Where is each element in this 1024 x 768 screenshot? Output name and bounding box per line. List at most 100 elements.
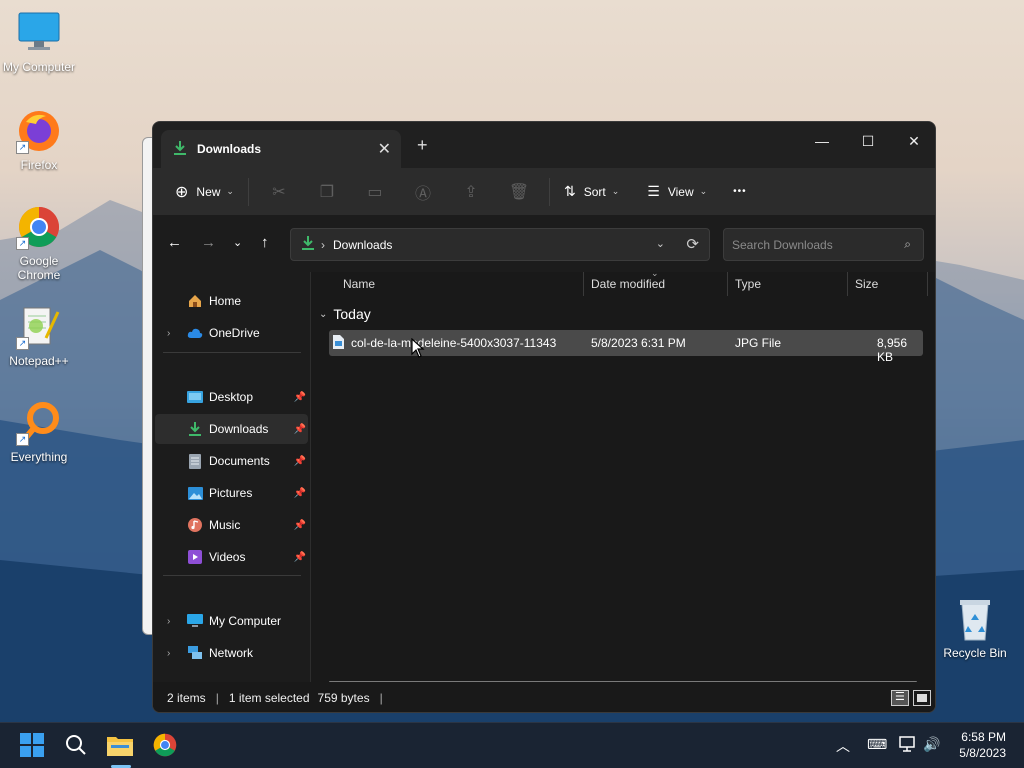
nav-item-onedrive[interactable]: › OneDrive — [155, 318, 308, 348]
title-bar[interactable]: Downloads ✕ + — ☐ ✕ — [153, 122, 935, 168]
file-type: JPG File — [735, 336, 782, 350]
nav-item-videos[interactable]: Videos 📌 — [155, 542, 308, 572]
pin-icon[interactable]: 📌 — [294, 488, 306, 499]
chrome-icon: ↗ — [16, 204, 62, 250]
column-header-size[interactable]: Size — [855, 272, 878, 296]
cut-button[interactable]: ✂ — [255, 176, 303, 208]
search-box[interactable]: ⌕ — [723, 228, 924, 261]
file-explorer-taskbar-button[interactable] — [105, 731, 135, 761]
forward-button[interactable]: → — [201, 234, 216, 251]
view-button[interactable]: ☰ View ⌄ — [639, 176, 715, 208]
start-button[interactable] — [17, 731, 47, 761]
clipboard-icon: ▭ — [367, 183, 383, 201]
delete-button[interactable]: 🗑 — [495, 176, 543, 208]
copy-button[interactable]: ❐ — [303, 176, 351, 208]
pin-icon[interactable]: 📌 — [294, 520, 306, 531]
pin-icon[interactable]: 📌 — [294, 552, 306, 563]
column-divider[interactable] — [727, 272, 728, 296]
clock-date: 5/8/2023 — [959, 746, 1006, 760]
desktop-icon-firefox[interactable]: ↗ Firefox — [0, 108, 79, 172]
nav-item-pictures[interactable]: Pictures 📌 — [155, 478, 308, 508]
minimize-button[interactable]: — — [799, 126, 845, 156]
nav-item-home[interactable]: Home — [155, 286, 308, 316]
group-header-today[interactable]: ⌄ Today — [319, 306, 371, 322]
clock[interactable]: 6:58 PM 5/8/2023 — [959, 729, 1006, 761]
details-view-button[interactable]: ☰ — [891, 690, 909, 706]
show-hidden-icons-button[interactable]: ︿ — [836, 736, 850, 756]
mouse-cursor — [411, 337, 425, 361]
new-button[interactable]: ⊕ New ⌄ — [167, 176, 242, 208]
nav-item-network[interactable]: › Network — [155, 638, 308, 668]
address-history-dropdown[interactable]: ⌄ — [656, 237, 665, 250]
nav-item-label: OneDrive — [209, 326, 260, 340]
volume-icon[interactable]: 🔊 — [923, 736, 940, 753]
tab-downloads[interactable]: Downloads ✕ — [161, 130, 401, 168]
clock-time: 6:58 PM — [961, 730, 1006, 744]
desktop-icon-label: Google Chrome — [17, 254, 61, 282]
rename-button[interactable]: Ⓐ — [399, 176, 447, 208]
file-size: 8,956 KB — [877, 336, 908, 364]
pin-icon[interactable]: 📌 — [294, 456, 306, 467]
desktop-icon-label: Notepad++ — [9, 354, 69, 368]
column-divider[interactable] — [927, 272, 928, 296]
paste-button[interactable]: ▭ — [351, 176, 399, 208]
column-divider[interactable] — [583, 272, 584, 296]
nav-item-downloads[interactable]: Downloads 📌 — [155, 414, 308, 444]
desktop-icon-notepadpp[interactable]: ↗ Notepad++ — [0, 304, 79, 368]
file-explorer-window: Downloads ✕ + — ☐ ✕ ⊕ New ⌄ ✂ ❐ ▭ Ⓐ ⇪ 🗑 … — [152, 121, 936, 713]
nav-item-documents[interactable]: Documents 📌 — [155, 446, 308, 476]
picture-icon — [187, 485, 203, 501]
search-taskbar-button[interactable] — [61, 731, 91, 761]
pin-icon[interactable]: 📌 — [294, 392, 306, 403]
new-tab-button[interactable]: + — [417, 135, 428, 156]
chevron-right-icon: › — [167, 327, 171, 339]
sort-indicator-icon: ⌄ — [651, 268, 659, 278]
nav-item-music[interactable]: Music 📌 — [155, 510, 308, 540]
pin-icon[interactable]: 📌 — [294, 424, 306, 435]
sort-arrows-icon: ⇅ — [563, 183, 576, 199]
share-button[interactable]: ⇪ — [447, 176, 495, 208]
address-bar[interactable]: › Downloads ⌄ ⟳ — [290, 228, 710, 261]
close-button[interactable]: ✕ — [891, 126, 935, 156]
search-input[interactable] — [724, 229, 884, 260]
monitor-icon — [187, 613, 203, 629]
recent-locations-button[interactable]: ⌄ — [233, 236, 242, 249]
breadcrumb-separator-icon: › — [321, 237, 325, 252]
breadcrumb-downloads[interactable]: Downloads — [333, 238, 392, 252]
desktop-icon-chrome[interactable]: ↗ Google Chrome — [0, 204, 79, 282]
chevron-right-icon: › — [167, 615, 171, 627]
up-button[interactable]: ↑ — [261, 234, 269, 251]
chrome-taskbar-button[interactable] — [150, 731, 180, 761]
list-view-icon: ☰ — [647, 183, 660, 199]
network-icon[interactable] — [899, 736, 917, 755]
see-more-button[interactable]: ••• — [725, 176, 755, 208]
tiles-view-button[interactable] — [913, 690, 931, 706]
details-view-icon: ☰ — [895, 691, 905, 703]
item-count: 2 items — [167, 691, 206, 705]
sort-button[interactable]: ⇅ Sort ⌄ — [556, 176, 627, 208]
column-divider[interactable] — [847, 272, 848, 296]
copy-icon: ❐ — [319, 183, 335, 201]
navigation-pane: Home › OneDrive Desktop 📌 Downloads 📌 Do… — [153, 272, 311, 712]
nav-item-label: Home — [209, 294, 242, 308]
search-icon — [65, 734, 87, 759]
nav-item-my-computer[interactable]: › My Computer — [155, 606, 308, 636]
chevron-down-icon: ⌄ — [233, 237, 243, 249]
nav-item-desktop[interactable]: Desktop 📌 — [155, 382, 308, 412]
maximize-button[interactable]: ☐ — [845, 126, 891, 156]
home-icon — [187, 293, 203, 309]
back-button[interactable]: ← — [167, 234, 182, 251]
chrome-icon — [152, 732, 178, 761]
column-header-name[interactable]: Name — [343, 272, 375, 296]
chevron-down-icon: ⌄ — [226, 186, 234, 196]
chevron-right-icon: › — [167, 647, 171, 659]
tab-close-button[interactable]: ✕ — [378, 139, 391, 159]
desktop-icon-my-computer[interactable]: My Computer — [0, 10, 79, 74]
column-header-type[interactable]: Type — [735, 272, 761, 296]
desktop-folder-icon — [187, 389, 203, 405]
desktop-icon-recycle-bin[interactable]: Recycle Bin — [935, 596, 1015, 660]
arrow-right-icon: → — [201, 234, 216, 251]
keyboard-icon[interactable]: ⌨ — [867, 736, 887, 753]
desktop-icon-everything[interactable]: ↗ Everything — [0, 400, 79, 464]
refresh-button[interactable]: ⟳ — [686, 235, 699, 253]
